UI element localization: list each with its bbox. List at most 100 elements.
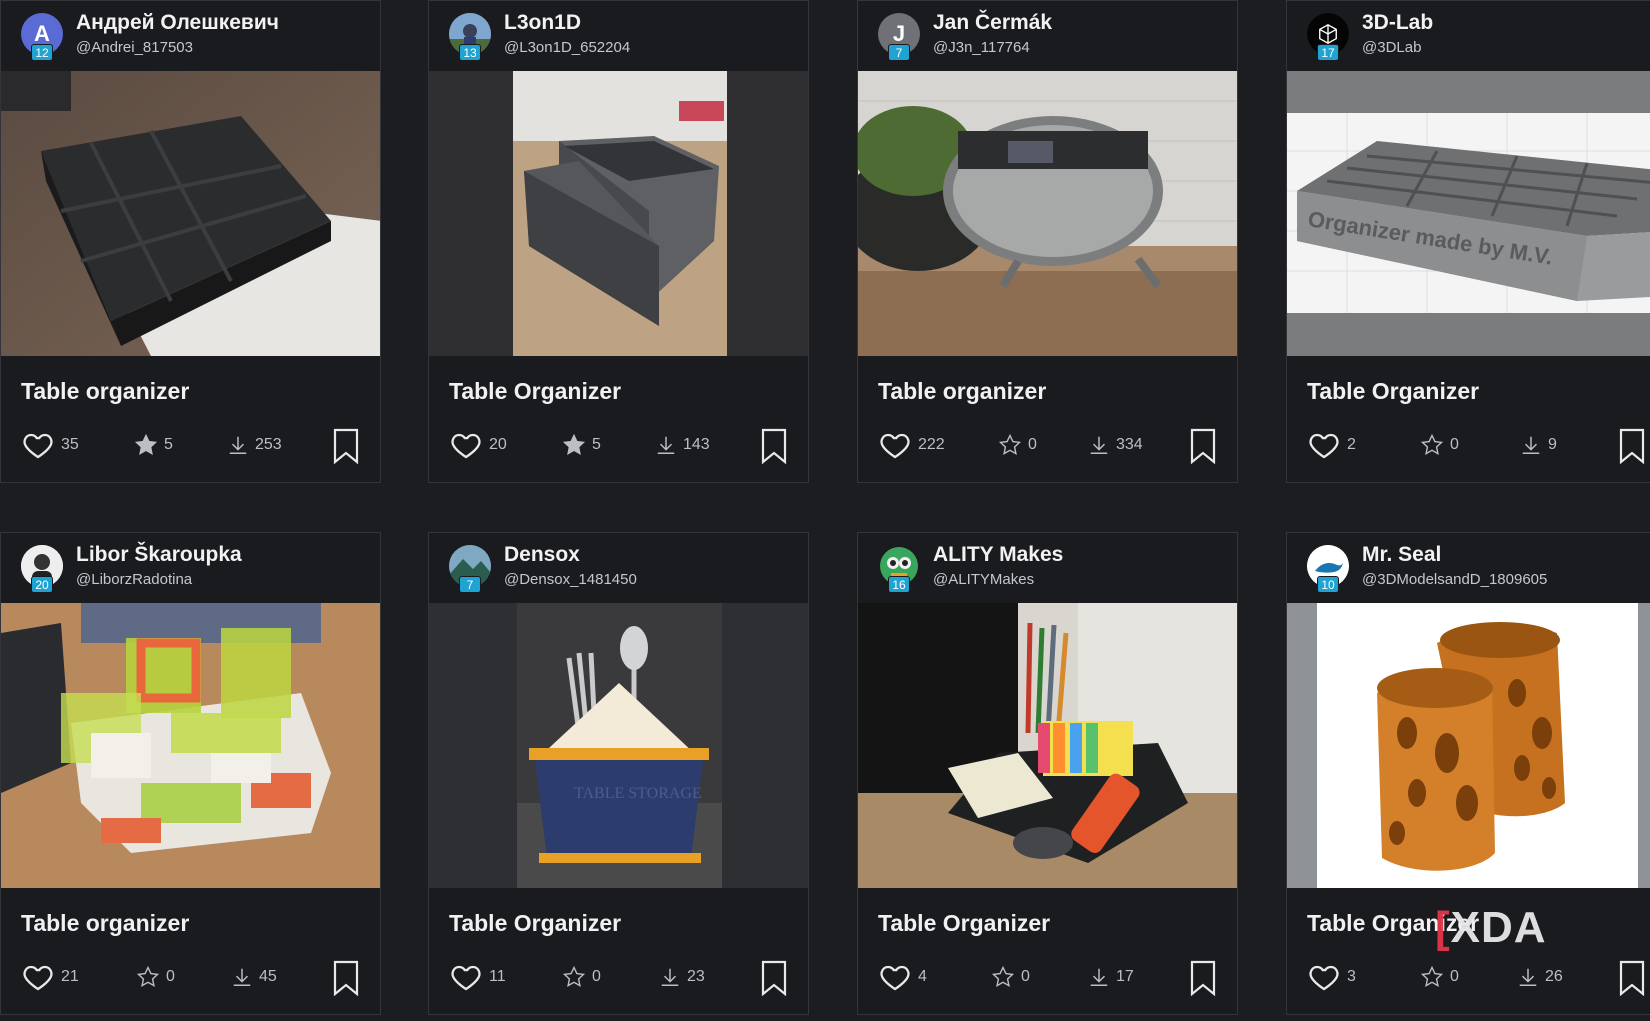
like-count: 35 (61, 436, 79, 453)
author-name[interactable]: 3D-Lab (1362, 11, 1433, 35)
heart-icon (23, 433, 53, 459)
model-card[interactable]: 20 Libor Škaroupka @LiborzRadotina Table… (0, 532, 381, 1015)
star-icon (998, 433, 1022, 455)
thumbnail-image (1, 71, 380, 356)
rating-stat: 0 (991, 957, 1030, 997)
author-handle[interactable]: @Andrei_817503 (76, 39, 193, 56)
heart-icon (880, 965, 910, 991)
author-name[interactable]: Андрей Олешкевич (76, 11, 279, 35)
card-header: J 7 Jan Čermák @J3n_117764 (858, 1, 1237, 71)
bookmark-icon[interactable] (760, 428, 788, 464)
model-title[interactable]: Table organizer (878, 378, 1046, 405)
level-badge: 12 (31, 44, 53, 61)
model-title[interactable]: Table Organizer (1307, 378, 1479, 405)
rating-count: 5 (592, 436, 601, 453)
download-icon (1090, 436, 1108, 454)
star-icon (562, 433, 586, 455)
rating-stat: 0 (998, 425, 1037, 465)
thumbnail-image: TABLE STORAGE (429, 603, 808, 888)
model-title[interactable]: Table organizer (21, 910, 189, 937)
model-thumbnail[interactable] (858, 603, 1237, 888)
like-stat[interactable]: 2 (1307, 425, 1356, 465)
bookmark-icon[interactable] (1189, 960, 1217, 996)
like-count: 21 (61, 968, 79, 985)
heart-icon (451, 433, 481, 459)
like-stat[interactable]: 4 (878, 957, 927, 997)
star-icon (134, 433, 158, 455)
bookmark-icon[interactable] (1618, 960, 1646, 996)
download-stat: 9 (1520, 425, 1557, 465)
star-icon (562, 965, 586, 987)
heart-icon (880, 433, 910, 459)
like-stat[interactable]: 3 (1307, 957, 1356, 997)
like-stat[interactable]: 21 (21, 957, 79, 997)
download-icon (1090, 968, 1108, 986)
rating-count: 0 (1450, 968, 1459, 985)
card-header: A 12 Андрей Олешкевич @Andrei_817503 (1, 1, 380, 71)
author-handle[interactable]: @Densox_1481450 (504, 571, 637, 588)
card-header: 20 Libor Škaroupka @LiborzRadotina (1, 533, 380, 603)
thumbnail-image (1, 603, 380, 888)
author-handle[interactable]: @L3on1D_652204 (504, 39, 630, 56)
author-name[interactable]: Libor Škaroupka (76, 543, 242, 567)
like-stat[interactable]: 35 (21, 425, 79, 465)
author-name[interactable]: L3on1D (504, 11, 581, 35)
model-thumbnail[interactable] (1, 603, 380, 888)
bookmark-icon[interactable] (760, 960, 788, 996)
model-card[interactable]: 16 ALITY Makes @ALITYMakes Table Organiz… (857, 532, 1238, 1015)
model-card[interactable]: 17 3D-Lab @3DLab Organizer made by M.V. … (1286, 0, 1650, 483)
like-stat[interactable]: 11 (449, 957, 506, 997)
model-title[interactable]: Table Organizer (449, 910, 621, 937)
rating-stat: 0 (1420, 425, 1459, 465)
model-card[interactable]: A 12 Андрей Олешкевич @Andrei_817503 Tab… (0, 0, 381, 483)
stats-row: 21 0 45 (1, 957, 380, 997)
download-count: 143 (683, 436, 710, 453)
rating-count: 0 (1021, 968, 1030, 985)
bookmark-icon[interactable] (1189, 428, 1217, 464)
author-name[interactable]: Mr. Seal (1362, 543, 1441, 567)
download-stat: 334 (1088, 425, 1143, 465)
star-icon (1420, 433, 1444, 455)
level-badge: 13 (459, 44, 481, 61)
rating-stat: 5 (562, 425, 601, 465)
like-stat[interactable]: 222 (878, 425, 945, 465)
model-title[interactable]: Table Organizer (449, 378, 621, 405)
card-header: 7 Densox @Densox_1481450 (429, 533, 808, 603)
rating-stat: 0 (562, 957, 601, 997)
card-header: 16 ALITY Makes @ALITYMakes (858, 533, 1237, 603)
author-handle[interactable]: @LiborzRadotina (76, 571, 192, 588)
rating-stat: 5 (134, 425, 173, 465)
author-name[interactable]: Densox (504, 543, 580, 567)
bookmark-icon[interactable] (1618, 428, 1646, 464)
model-card[interactable]: J 7 Jan Čermák @J3n_117764 Table organiz… (857, 0, 1238, 483)
author-name[interactable]: ALITY Makes (933, 543, 1063, 567)
author-handle[interactable]: @J3n_117764 (933, 39, 1030, 56)
thumbnail-engraving: TABLE STORAGE (574, 785, 702, 802)
stats-row: 3 0 26 (1287, 957, 1650, 997)
model-card[interactable]: 7 Densox @Densox_1481450 TABLE STORAGE T… (428, 532, 809, 1015)
author-handle[interactable]: @ALITYMakes (933, 571, 1034, 588)
model-thumbnail[interactable] (1, 71, 380, 356)
model-thumbnail[interactable]: Organizer made by M.V. (1287, 71, 1650, 356)
model-title[interactable]: Table organizer (21, 378, 189, 405)
model-thumbnail[interactable]: TABLE STORAGE (429, 603, 808, 888)
card-header: 17 3D-Lab @3DLab (1287, 1, 1650, 71)
download-count: 253 (255, 436, 282, 453)
model-thumbnail[interactable] (858, 71, 1237, 356)
author-name[interactable]: Jan Čermák (933, 11, 1052, 35)
model-thumbnail[interactable] (1287, 603, 1650, 888)
thumbnail-image: Organizer made by M.V. (1287, 71, 1650, 356)
bookmark-icon[interactable] (332, 960, 360, 996)
level-badge: 17 (1317, 44, 1339, 61)
model-title[interactable]: Table Organizer (878, 910, 1050, 937)
author-handle[interactable]: @3DModelsandD_1809605 (1362, 571, 1547, 588)
author-handle[interactable]: @3DLab (1362, 39, 1421, 56)
bookmark-icon[interactable] (332, 428, 360, 464)
stats-row: 11 0 23 (429, 957, 808, 997)
stats-row: 2 0 9 (1287, 425, 1650, 465)
like-stat[interactable]: 20 (449, 425, 507, 465)
model-card[interactable]: 13 L3on1D @L3on1D_652204 Table Organizer (428, 0, 809, 483)
model-thumbnail[interactable] (429, 71, 808, 356)
download-stat: 143 (655, 425, 710, 465)
download-count: 26 (1545, 968, 1563, 985)
